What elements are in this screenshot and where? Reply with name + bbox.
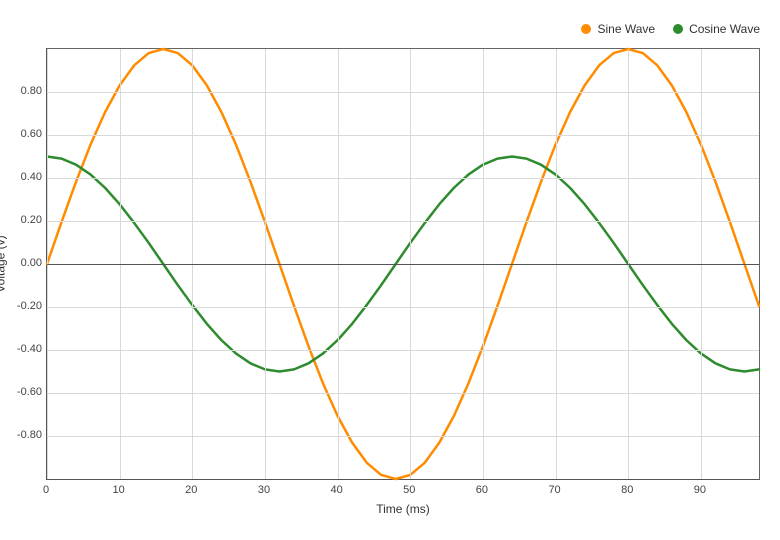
x-tick-label: 80 bbox=[621, 484, 633, 496]
y-tick-label: -0.60 bbox=[2, 386, 42, 398]
legend: Sine Wave Cosine Wave bbox=[581, 22, 760, 36]
gridline-horizontal bbox=[47, 307, 759, 308]
x-tick-label: 40 bbox=[330, 484, 342, 496]
gridline-horizontal bbox=[47, 393, 759, 394]
legend-label: Sine Wave bbox=[597, 22, 655, 36]
x-tick-label: 0 bbox=[43, 484, 49, 496]
x-tick-label: 50 bbox=[403, 484, 415, 496]
gridline-horizontal bbox=[47, 350, 759, 351]
y-tick-label: -0.80 bbox=[2, 429, 42, 441]
y-tick-label: 0.40 bbox=[2, 171, 42, 183]
x-tick-label: 90 bbox=[694, 484, 706, 496]
legend-label: Cosine Wave bbox=[689, 22, 760, 36]
y-tick-label: 0.80 bbox=[2, 85, 42, 97]
legend-dot-icon bbox=[581, 24, 591, 34]
legend-item-cosine: Cosine Wave bbox=[673, 22, 760, 36]
x-tick-label: 70 bbox=[548, 484, 560, 496]
y-tick-label: -0.20 bbox=[2, 300, 42, 312]
x-axis-label: Time (ms) bbox=[46, 502, 760, 516]
zero-line bbox=[47, 264, 759, 265]
gridline-horizontal bbox=[47, 135, 759, 136]
gridline-horizontal bbox=[47, 436, 759, 437]
legend-dot-icon bbox=[673, 24, 683, 34]
x-tick-label: 30 bbox=[258, 484, 270, 496]
y-tick-label: 0.60 bbox=[2, 128, 42, 140]
x-tick-label: 20 bbox=[185, 484, 197, 496]
gridline-horizontal bbox=[47, 178, 759, 179]
y-tick-label: 0.00 bbox=[2, 257, 42, 269]
legend-item-sine: Sine Wave bbox=[581, 22, 655, 36]
chart-container: Sine Wave Cosine Wave Time (ms) Voltage … bbox=[0, 0, 780, 540]
x-tick-label: 60 bbox=[476, 484, 488, 496]
x-tick-label: 10 bbox=[113, 484, 125, 496]
y-tick-label: 0.20 bbox=[2, 214, 42, 226]
gridline-horizontal bbox=[47, 92, 759, 93]
gridline-horizontal bbox=[47, 221, 759, 222]
y-tick-label: -0.40 bbox=[2, 343, 42, 355]
plot-area bbox=[46, 48, 760, 480]
